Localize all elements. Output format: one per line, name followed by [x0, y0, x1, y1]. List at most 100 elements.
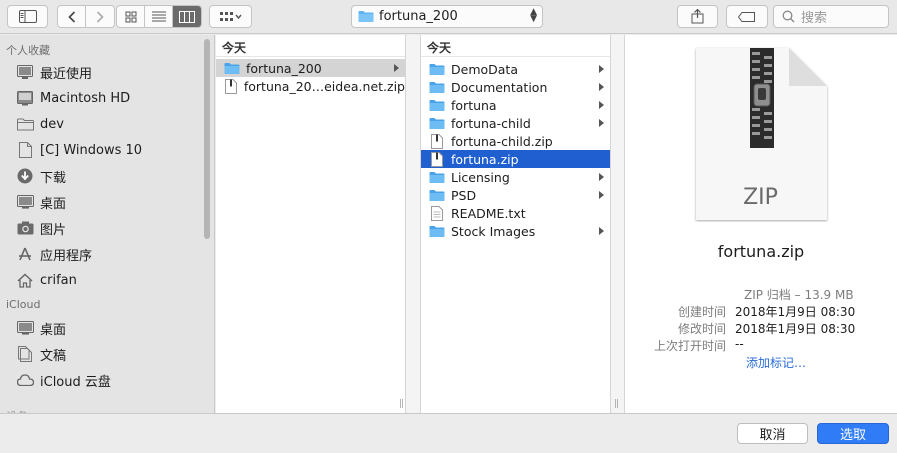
file-row-label: fortuna.zip [451, 151, 519, 167]
sidebar-item[interactable]: 文稿 [0, 341, 214, 367]
sidebar-item-label: [C] Windows 10 [40, 142, 143, 158]
file-row[interactable]: fortuna [421, 96, 610, 114]
column-view-button[interactable] [173, 6, 201, 27]
sidebar-toggle-button[interactable] [7, 5, 48, 28]
search-placeholder: 搜索 [801, 11, 828, 26]
sidebar-item[interactable]: crifan [0, 267, 214, 293]
folder-icon [429, 171, 445, 183]
meta-modified: 修改时间 2018年1月9日 08:30 [625, 320, 897, 337]
sidebar: 个人收藏 最近使用 Macintosh HD dev [C] Windows 10 下载… [0, 35, 215, 413]
zip-file-small-icon [431, 133, 443, 149]
cloud-icon [16, 372, 34, 388]
meta-opened-label: 上次打开时间 [653, 339, 726, 353]
file-row-label: fortuna-child [451, 115, 531, 131]
folder-icon [429, 99, 445, 111]
meta-created-value: 2018年1月9日 08:30 [735, 305, 856, 319]
recents-icon [16, 64, 34, 80]
column-2-header: 今天 [421, 35, 610, 57]
add-tags-link[interactable]: 添加标记… [746, 354, 806, 371]
sidebar-item[interactable]: 最近使用 [0, 59, 214, 85]
tags-button[interactable] [726, 5, 768, 28]
group-grid-icon [219, 11, 242, 21]
file-row[interactable]: fortuna-child.zip [421, 132, 610, 150]
folder-icon [358, 11, 374, 22]
meta-created-label: 创建时间 [677, 305, 726, 319]
meta-modified-value: 2018年1月9日 08:30 [735, 322, 856, 336]
choose-button[interactable]: 选取 [817, 423, 889, 444]
view-mode-group [116, 5, 202, 28]
folder-icon [224, 61, 240, 75]
icon-view-button[interactable] [117, 6, 145, 27]
file-row-label: fortuna-child.zip [451, 133, 553, 149]
sidebar-item[interactable]: dev [0, 111, 214, 137]
bottom-bar: 取消 选取 [0, 413, 897, 453]
zip-icon-label: ZIP [743, 185, 778, 210]
file-row[interactable]: DemoData [421, 60, 610, 78]
column-resize-handle[interactable]: || [399, 399, 404, 409]
sidebar-item-label: 桌面 [40, 322, 67, 338]
folder-icon [429, 63, 445, 75]
file-row[interactable]: Stock Images [421, 222, 610, 240]
sidebar-item-label: 文稿 [40, 348, 67, 364]
share-button[interactable] [677, 5, 718, 28]
tag-icon [738, 11, 755, 22]
column-resize-handle[interactable]: || [614, 399, 619, 409]
sidebar-item[interactable]: 应用程序 [0, 241, 214, 267]
sidebar-item[interactable]: 下载 [0, 163, 214, 189]
file-row[interactable]: fortuna-child [421, 114, 610, 132]
file-row[interactable]: fortuna.zip [421, 150, 610, 168]
harddrive-icon [16, 90, 34, 106]
sidebar-item[interactable]: 桌面 [0, 315, 214, 341]
file-row-label: Documentation [451, 79, 548, 95]
group-by-button[interactable] [209, 5, 252, 28]
file-row[interactable]: fortuna_20…eidea.net.zip [216, 77, 405, 95]
back-forward-group [57, 5, 115, 28]
file-row[interactable]: Licensing [421, 168, 610, 186]
file-row[interactable]: PSD [421, 186, 610, 204]
sidebar-scrollbar[interactable] [204, 39, 210, 239]
disclosure-arrow-icon [599, 65, 604, 73]
desktop-icon [16, 320, 34, 336]
sidebar-item[interactable]: Macintosh HD [0, 85, 214, 111]
search-field[interactable]: 搜索 [773, 5, 889, 28]
downloads-icon [16, 168, 34, 184]
zip-file-small-icon [431, 151, 443, 167]
text-file-icon [429, 205, 445, 221]
applications-icon [16, 246, 34, 262]
file-row[interactable]: README.txt [421, 204, 610, 222]
sidebar-item-label: iCloud 云盘 [40, 374, 111, 390]
disclosure-arrow-icon [599, 227, 604, 235]
list-view-button[interactable] [145, 6, 173, 27]
cancel-button[interactable]: 取消 [737, 423, 808, 444]
folder-icon [429, 80, 445, 94]
folder-icon [429, 224, 445, 238]
toolbar: fortuna_200 ▲ ▼ 搜索 [0, 0, 897, 34]
file-row[interactable]: Documentation [421, 78, 610, 96]
column-1-header: 今天 [216, 35, 405, 57]
sidebar-item[interactable]: [C] Windows 10 [0, 137, 214, 163]
disclosure-arrow-icon [599, 101, 604, 109]
sidebar-item[interactable]: iCloud 云盘 [0, 367, 214, 393]
sidebar-item[interactable]: 桌面 [0, 189, 214, 215]
sidebar-item[interactable]: 图片 [0, 215, 214, 241]
back-button[interactable] [58, 6, 86, 27]
zip-file-small-icon [224, 78, 237, 94]
zip-file-icon [429, 151, 445, 167]
zip-file-icon [429, 133, 445, 149]
search-icon [782, 10, 795, 23]
preview-pane: ZIP fortuna.zip ZIP 归档 – 13.9 MB 创建时间 20… [625, 35, 897, 413]
file-row-label: fortuna [451, 97, 497, 113]
text-file-icon [431, 205, 443, 221]
folder-icon [429, 189, 445, 201]
path-popup[interactable]: fortuna_200 ▲ ▼ [351, 5, 543, 28]
sidebar-icon [18, 10, 37, 23]
file-row-label: Licensing [451, 169, 510, 185]
meta-opened: 上次打开时间 -- [625, 337, 897, 354]
sidebar-header-icloud: iCloud [6, 298, 41, 311]
disclosure-arrow-icon [599, 173, 604, 181]
preview-kind: ZIP 归档 – 13.9 MB [744, 288, 854, 302]
list-icon [151, 11, 166, 22]
forward-button[interactable] [86, 6, 114, 27]
sidebar-item-label: 图片 [40, 222, 67, 238]
file-row[interactable]: fortuna_200 [216, 59, 405, 77]
